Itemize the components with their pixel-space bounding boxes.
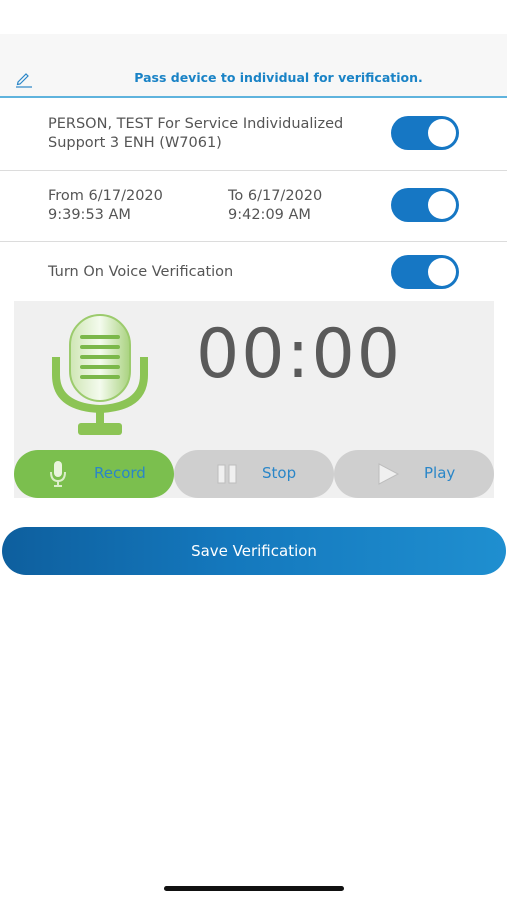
voice-row: Turn On Voice Verification	[0, 242, 507, 300]
home-indicator[interactable]	[164, 886, 344, 891]
from-block: From 6/17/2020 9:39:53 AM	[48, 187, 163, 225]
pencil-icon[interactable]	[14, 70, 34, 88]
to-date: To 6/17/2020	[228, 188, 323, 204]
voice-recorder-panel: 00:00 Record Stop Play	[14, 301, 494, 498]
service-toggle[interactable]	[391, 116, 459, 150]
from-time: 9:39:53 AM	[48, 207, 131, 223]
voice-toggle[interactable]	[391, 255, 459, 289]
pause-icon	[217, 464, 237, 484]
recording-timer: 00:00	[196, 315, 402, 394]
stop-label: Stop	[262, 464, 297, 482]
toggle-knob	[428, 119, 456, 147]
voice-label: Turn On Voice Verification	[48, 264, 234, 280]
record-label: Record	[94, 464, 146, 482]
header-title: Pass device to individual for verificati…	[134, 70, 423, 85]
record-button[interactable]: Record	[14, 450, 174, 498]
service-text: PERSON, TEST For Service Individualized …	[48, 115, 343, 153]
play-button[interactable]: Play	[334, 450, 494, 498]
to-block: To 6/17/2020 9:42:09 AM	[228, 187, 322, 225]
service-row: PERSON, TEST For Service Individualized …	[0, 98, 507, 171]
from-date: From 6/17/2020	[48, 188, 163, 204]
to-time: 9:42:09 AM	[228, 207, 311, 223]
play-label: Play	[424, 464, 456, 482]
save-verification-button[interactable]: Save Verification	[2, 527, 506, 575]
play-icon	[378, 463, 400, 485]
service-line2: Support 3 ENH (W7061)	[48, 135, 222, 151]
time-toggle[interactable]	[391, 188, 459, 222]
header-bar: Pass device to individual for verificati…	[0, 34, 507, 98]
service-line1: PERSON, TEST For Service Individualized	[48, 116, 344, 132]
toggle-knob	[428, 258, 456, 286]
toggle-knob	[428, 191, 456, 219]
microphone-icon	[50, 461, 66, 487]
microphone-icon	[52, 314, 148, 435]
time-row: From 6/17/2020 9:39:53 AM To 6/17/2020 9…	[0, 171, 507, 242]
stop-button[interactable]: Stop	[174, 450, 334, 498]
